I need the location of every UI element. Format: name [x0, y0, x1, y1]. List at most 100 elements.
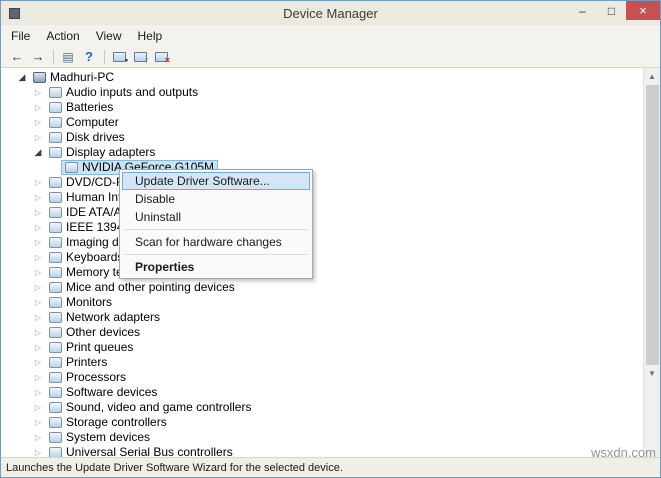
back-button[interactable]: ←: [7, 48, 27, 66]
expand-icon[interactable]: ▷: [31, 328, 45, 337]
menu-view[interactable]: View: [88, 27, 130, 45]
context-menu-item[interactable]: Disable: [122, 190, 310, 208]
tree-item-label: Printers: [66, 355, 108, 369]
tree-item-content[interactable]: Monitors: [45, 295, 116, 310]
tree-item-content[interactable]: Computer: [45, 115, 123, 130]
expand-icon[interactable]: ▷: [31, 223, 45, 232]
expand-icon[interactable]: ▷: [31, 418, 45, 427]
disk-drive-icon: [49, 132, 62, 143]
menu-help[interactable]: Help: [130, 27, 171, 45]
tree-item[interactable]: ▷ Storage controllers: [1, 415, 660, 430]
scroll-up-icon[interactable]: ▲: [644, 68, 661, 85]
tree-item[interactable]: ▷ System devices: [1, 430, 660, 445]
expand-icon[interactable]: ◢: [15, 72, 29, 83]
tree-item-content[interactable]: Universal Serial Bus controllers: [45, 445, 237, 457]
tree-item[interactable]: ▷Human Interface Devices: [1, 190, 660, 205]
context-menu-item[interactable]: Scan for hardware changes: [122, 233, 310, 251]
menu-action[interactable]: Action: [38, 27, 87, 45]
tree-item-content[interactable]: Network adapters: [45, 310, 164, 325]
tree-item[interactable]: ▷Memory technology devices: [1, 265, 660, 280]
expand-icon[interactable]: ▷: [31, 253, 45, 262]
tree-item-content[interactable]: Software devices: [45, 385, 161, 400]
tree-item[interactable]: ▷ Print queues: [1, 340, 660, 355]
tree-item[interactable]: ▷ Imaging devices: [1, 235, 660, 250]
computer-icon: [49, 117, 62, 128]
expand-icon[interactable]: ▷: [31, 388, 45, 397]
tree-item[interactable]: ▷ Audio inputs and outputs: [1, 85, 660, 100]
vertical-scrollbar[interactable]: ▲ ▼: [643, 68, 660, 457]
update-driver-button[interactable]: ↑: [130, 48, 150, 66]
tree-item[interactable]: ▷ Computer: [1, 115, 660, 130]
expand-icon[interactable]: ▷: [31, 268, 45, 277]
expand-icon[interactable]: ▷: [31, 178, 45, 187]
tree-item[interactable]: ▷IDE ATA/ATAPI controllers: [1, 205, 660, 220]
minimize-button[interactable]: –: [568, 1, 597, 20]
help-button[interactable]: ?: [79, 48, 99, 66]
tree-item[interactable]: ▷ Sound, video and game controllers: [1, 400, 660, 415]
tree-item[interactable]: ▷ Mice and other pointing devices: [1, 280, 660, 295]
uninstall-button[interactable]: ×: [151, 48, 171, 66]
tree-item[interactable]: ◢ Madhuri-PC: [1, 70, 660, 85]
expand-icon[interactable]: ◢: [31, 147, 45, 158]
tree-item-content[interactable]: Printers: [45, 355, 111, 370]
expand-icon[interactable]: ▷: [31, 298, 45, 307]
tree-item-label: Monitors: [66, 295, 113, 309]
menu-file[interactable]: File: [3, 27, 38, 45]
console-window-button[interactable]: ▤: [58, 48, 78, 66]
tree-item-label: Processors: [66, 370, 127, 384]
expand-icon[interactable]: ▷: [31, 448, 45, 457]
tree-item[interactable]: ▷ Disk drives: [1, 130, 660, 145]
tree-item-content[interactable]: Display adapters: [45, 145, 159, 160]
context-menu-item[interactable]: Update Driver Software...: [122, 172, 310, 190]
expand-icon[interactable]: ▷: [31, 283, 45, 292]
expand-icon[interactable]: ▷: [31, 238, 45, 247]
tree-item[interactable]: ▷DVD/CD-ROM drives: [1, 175, 660, 190]
tree-item[interactable]: ▷ Monitors: [1, 295, 660, 310]
tree-item[interactable]: ▷ Universal Serial Bus controllers: [1, 445, 660, 457]
tree-item-content[interactable]: Storage controllers: [45, 415, 171, 430]
maximize-button[interactable]: □: [597, 1, 626, 20]
tree-item[interactable]: ▷ Printers: [1, 355, 660, 370]
context-menu-item[interactable]: Properties: [122, 258, 310, 276]
expand-icon[interactable]: ▷: [31, 403, 45, 412]
scroll-down-icon[interactable]: ▼: [644, 365, 661, 382]
tree-item-content[interactable]: Print queues: [45, 340, 137, 355]
tree-item-content[interactable]: Processors: [45, 370, 130, 385]
tree-item[interactable]: ▷ Processors: [1, 370, 660, 385]
expand-icon[interactable]: ▷: [31, 433, 45, 442]
expand-icon[interactable]: ▷: [31, 208, 45, 217]
expand-icon[interactable]: ▷: [31, 88, 45, 97]
tree-item-content[interactable]: Audio inputs and outputs: [45, 85, 202, 100]
titlebar[interactable]: Device Manager – □ ×: [1, 1, 660, 25]
tree-item-content[interactable]: Batteries: [45, 100, 117, 115]
scan-hardware-button[interactable]: •: [109, 48, 129, 66]
tree-item-content[interactable]: Disk drives: [45, 130, 129, 145]
tree-item[interactable]: ▷ Software devices: [1, 385, 660, 400]
tree-item[interactable]: ▷IEEE 1394 host controllers: [1, 220, 660, 235]
tree-item-content[interactable]: Madhuri-PC: [29, 70, 118, 85]
scrollbar-thumb[interactable]: [645, 85, 659, 366]
tree-item-label: Disk drives: [66, 130, 125, 144]
tree-item[interactable]: ▷ Batteries: [1, 100, 660, 115]
expand-icon[interactable]: ▷: [31, 343, 45, 352]
tree-item[interactable]: ▷ Network adapters: [1, 310, 660, 325]
tree-item[interactable]: ▷ Other devices: [1, 325, 660, 340]
expand-icon[interactable]: ▷: [31, 133, 45, 142]
forward-button[interactable]: →: [28, 48, 48, 66]
expand-icon[interactable]: ▷: [31, 313, 45, 322]
expand-icon[interactable]: ▷: [31, 193, 45, 202]
tree-item[interactable]: ▷ Keyboards: [1, 250, 660, 265]
tree-item-content[interactable]: Sound, video and game controllers: [45, 400, 255, 415]
tree-item-content[interactable]: Keyboards: [45, 250, 127, 265]
expand-icon[interactable]: ▷: [31, 118, 45, 127]
close-button[interactable]: ×: [626, 1, 660, 20]
tree-item-content[interactable]: Other devices: [45, 325, 144, 340]
tree-item[interactable]: ◢ Display adapters: [1, 145, 660, 160]
tree-item-content[interactable]: System devices: [45, 430, 154, 445]
expand-icon[interactable]: ▷: [31, 103, 45, 112]
expand-icon[interactable]: ▷: [31, 358, 45, 367]
context-menu-item[interactable]: Uninstall: [122, 208, 310, 226]
tree-item[interactable]: NVIDIA GeForce G105M: [1, 160, 660, 175]
tree-item-content[interactable]: Mice and other pointing devices: [45, 280, 239, 295]
expand-icon[interactable]: ▷: [31, 373, 45, 382]
